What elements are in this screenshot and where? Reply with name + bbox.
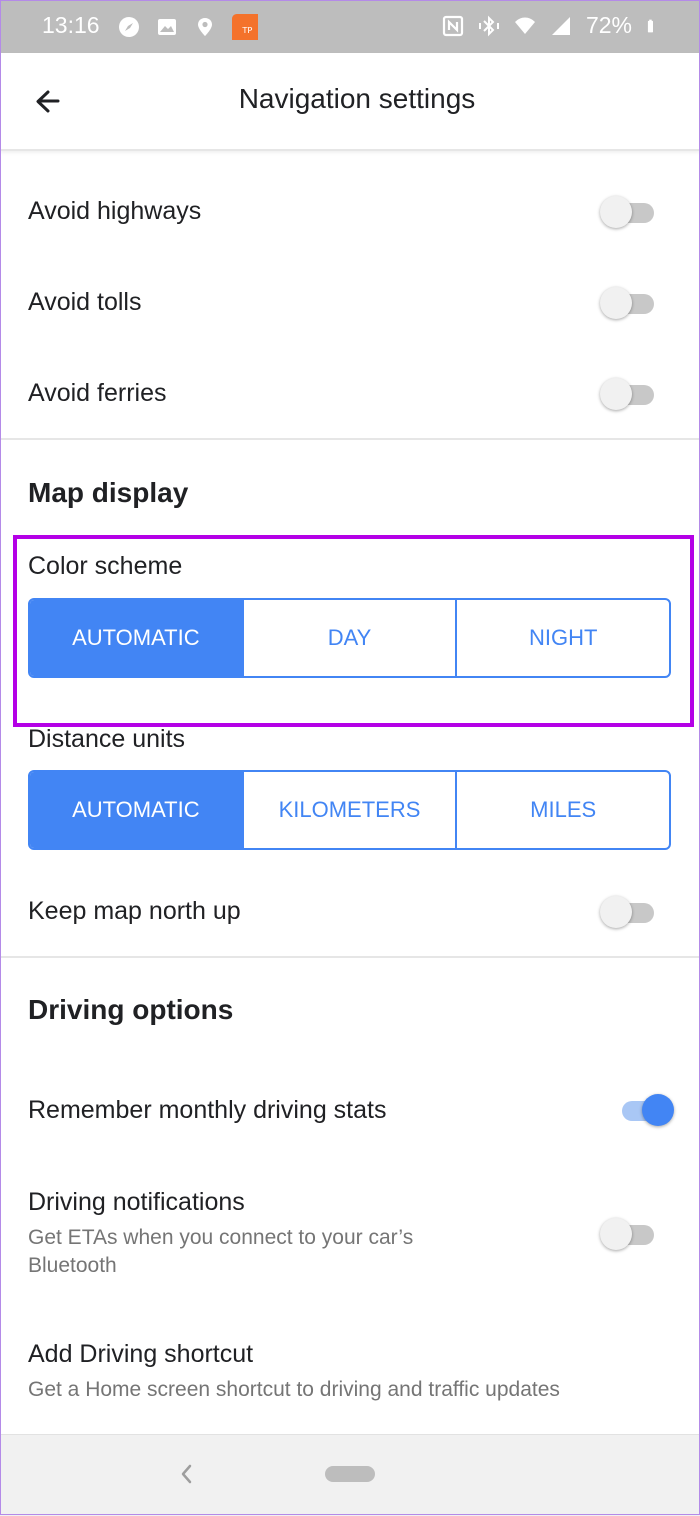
- svg-text:TP: TP: [241, 25, 252, 35]
- divider: [0, 956, 700, 958]
- remember-stats-label: Remember monthly driving stats: [28, 1096, 387, 1124]
- avoid-tolls-label: Avoid tolls: [28, 288, 142, 316]
- status-bar: 13:16 TP 72%: [0, 0, 700, 53]
- avoid-highways-toggle[interactable]: [600, 194, 654, 230]
- avoid-ferries-label: Avoid ferries: [28, 379, 167, 407]
- app-notification-icon: TP: [232, 14, 258, 40]
- status-time: 13:16: [42, 12, 100, 38]
- divider: [0, 438, 700, 440]
- distance-units-kilometers-option[interactable]: KILOMETERS: [241, 772, 456, 848]
- app-header: Navigation settings: [0, 53, 700, 151]
- keep-north-up-toggle[interactable]: [600, 894, 654, 930]
- wifi-icon: [514, 17, 535, 34]
- driving-notifications-subtitle-line1: Get ETAs when you connect to your car’s: [28, 1226, 414, 1249]
- screenshot-frame: [0, 0, 700, 1515]
- map-display-heading: Map display: [28, 477, 189, 508]
- add-driving-shortcut-subtitle: Get a Home screen shortcut to driving an…: [28, 1378, 560, 1401]
- chevron-left-icon[interactable]: [175, 1461, 197, 1487]
- distance-units-miles-option[interactable]: MILES: [455, 772, 669, 848]
- avoid-tolls-toggle[interactable]: [600, 285, 654, 321]
- keep-north-up-label: Keep map north up: [28, 897, 241, 925]
- remember-stats-toggle[interactable]: [614, 1092, 674, 1128]
- cell-signal-icon: [551, 16, 570, 35]
- driving-notifications-label: Driving notifications: [28, 1188, 245, 1216]
- driving-options-heading: Driving options: [28, 994, 234, 1025]
- avoid-highways-label: Avoid highways: [28, 197, 202, 225]
- system-navigation-bar: [0, 1434, 700, 1516]
- add-driving-shortcut-label[interactable]: Add Driving shortcut: [28, 1340, 253, 1369]
- distance-units-automatic-option[interactable]: AUTOMATIC: [30, 772, 242, 848]
- image-icon: [158, 19, 176, 35]
- nfc-icon: [442, 15, 464, 36]
- color-scheme-highlight-box: [13, 535, 694, 727]
- battery-percent: 72%: [585, 12, 632, 38]
- distance-units-label: Distance units: [28, 725, 186, 753]
- driving-notifications-toggle[interactable]: [600, 1216, 654, 1252]
- page-title: Navigation settings: [238, 83, 476, 114]
- battery-icon: [647, 19, 653, 32]
- avoid-ferries-toggle[interactable]: [600, 376, 654, 412]
- vibrate-bluetooth-icon: [478, 15, 499, 36]
- distance-units-segmented-control: AUTOMATIC KILOMETERS MILES: [28, 770, 671, 850]
- home-pill-button[interactable]: [325, 1466, 375, 1482]
- driving-notifications-subtitle-line2: Bluetooth: [28, 1254, 117, 1277]
- compass-icon: [119, 17, 139, 37]
- location-icon: [198, 18, 212, 36]
